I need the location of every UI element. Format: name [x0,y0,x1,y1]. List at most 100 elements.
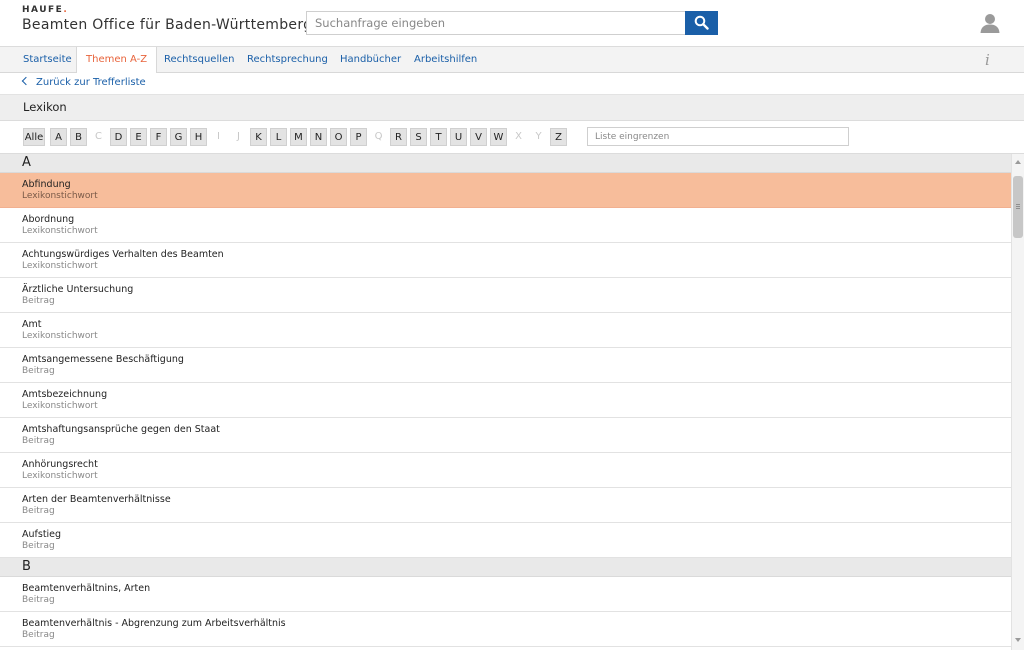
letter-alle[interactable]: Alle [23,128,45,146]
list-item[interactable]: Amtshaftungsansprüche gegen den Staat Bei… [0,418,1011,453]
search-button[interactable] [685,11,718,35]
item-type: Beitrag [22,436,55,446]
letter-a[interactable]: A [50,128,67,146]
back-to-results-link[interactable]: Zurück zur Trefferliste [21,76,146,88]
page-title: Lexikon [23,100,67,114]
search-bar [306,11,718,35]
haufe-logo: HAUFE. [22,5,69,15]
letter-f[interactable]: F [150,128,167,146]
item-title: Beamtenverhältnis - Abgrenzung zum Arbei… [22,618,286,629]
letter-z[interactable]: Z [550,128,567,146]
item-title: Amtsangemessene Beschäftigung [22,354,184,365]
letter-x: X [515,131,522,142]
item-type: Beitrag [22,630,55,640]
scroll-down-arrow[interactable] [1015,638,1021,642]
list-item[interactable]: Anhörungsrecht Lexikonstichwort [0,453,1011,488]
letter-c: C [95,131,102,142]
section-header: B [0,558,1011,577]
letter-b[interactable]: B [70,128,87,146]
list-item[interactable]: Arten der Beamtenverhältnisse Beitrag [0,488,1011,523]
item-title: Anhörungsrecht [22,459,98,470]
letter-v[interactable]: V [470,128,487,146]
item-type: Beitrag [22,506,55,516]
list-item[interactable]: Achtungswürdiges Verhalten des Beamten Le… [0,243,1011,278]
info-icon[interactable]: i [985,51,990,69]
item-type: Lexikonstichwort [22,331,98,341]
search-icon [694,15,709,30]
letter-j: J [237,131,240,142]
letter-h[interactable]: H [190,128,207,146]
scrollbar[interactable] [1011,154,1024,650]
item-title: Beamtenverhältnins, Arten [22,583,151,594]
letter-i: I [217,131,220,142]
item-title: Arten der Beamtenverhältnisse [22,494,171,505]
item-title: Abordnung [22,214,75,225]
page-title-bar: Lexikon [0,95,1024,121]
item-type: Beitrag [22,595,55,605]
tab-rechtsquellen[interactable]: Rechtsquellen [164,47,235,72]
section-letter: A [22,155,31,170]
item-type: Lexikonstichwort [22,401,98,411]
main-navigation: Startseite Themen A-Z Rechtsquellen Rech… [0,47,1024,73]
item-type: Beitrag [22,366,55,376]
letter-w[interactable]: W [490,128,507,146]
tab-handbuecher[interactable]: Handbücher [340,47,401,72]
item-type: Lexikonstichwort [22,471,98,481]
item-type: Lexikonstichwort [22,191,98,201]
letter-filter-bar: Alle A B C D E F G H I J K L M N O P Q R S T U V W X Y Z [0,121,1024,154]
list-item[interactable]: Amtsangemessene Beschäftigung Beitrag [0,348,1011,383]
lexikon-list: A Abfindung Lexikonstichwort Abordnung Lexik… [0,154,1011,670]
back-link-label: Zurück zur Trefferliste [36,77,146,88]
chevron-left-icon [21,76,31,86]
item-type: Lexikonstichwort [22,226,98,236]
scroll-thumb[interactable] [1013,176,1023,238]
section-letter: B [22,559,31,574]
tab-rechtsprechung[interactable]: Rechtsprechung [247,47,328,72]
list-item[interactable]: Amt Lexikonstichwort [0,313,1011,348]
item-title: Aufstieg [22,529,62,540]
letter-l[interactable]: L [270,128,287,146]
letter-s[interactable]: S [410,128,427,146]
letter-q: Q [374,131,383,142]
scroll-up-arrow[interactable] [1015,160,1021,164]
list-item[interactable]: Beamtenverhältnins, Arten Beitrag [0,577,1011,612]
list-item[interactable]: Aufstieg Beitrag [0,523,1011,558]
item-title: Achtungswürdiges Verhalten des Beamten [22,249,224,260]
letter-o[interactable]: O [330,128,347,146]
section-header: A [0,154,1011,173]
list-item[interactable]: Beamtenverhältnis - Abgrenzung zum Arbei… [0,612,1011,647]
list-item[interactable]: Ärztliche Untersuchung Beitrag [0,278,1011,313]
letter-m[interactable]: M [290,128,307,146]
letter-g[interactable]: G [170,128,187,146]
item-title: Amt [22,319,42,330]
letter-n[interactable]: N [310,128,327,146]
search-input[interactable] [306,11,685,35]
item-type: Beitrag [22,296,55,306]
letter-d[interactable]: D [110,128,127,146]
letter-u[interactable]: U [450,128,467,146]
item-title: Amtshaftungsansprüche gegen den Staat [22,424,220,435]
list-filter-input[interactable] [587,127,849,146]
letter-k[interactable]: K [250,128,267,146]
letter-r[interactable]: R [390,128,407,146]
app-header: HAUFE. Beamten Office für Baden-Württemb… [0,0,1024,47]
grip-icon [1016,204,1020,205]
letter-p[interactable]: P [350,128,367,146]
list-item[interactable]: Abordnung Lexikonstichwort [0,208,1011,243]
tab-arbeitshilfen[interactable]: Arbeitshilfen [414,47,477,72]
back-row: Zurück zur Trefferliste [0,73,1024,95]
item-type: Lexikonstichwort [22,261,98,271]
letter-t[interactable]: T [430,128,447,146]
item-title: Ärztliche Untersuchung [22,284,134,295]
app-title: Beamten Office für Baden-Württemberg [22,17,313,33]
list-item[interactable]: Amtsbezeichnung Lexikonstichwort [0,383,1011,418]
letter-y: Y [535,131,542,142]
item-title: Abfindung [22,179,71,190]
list-item[interactable]: Abfindung Lexikonstichwort [0,173,1011,208]
letter-e[interactable]: E [130,128,147,146]
tab-startseite[interactable]: Startseite [23,47,72,72]
item-type: Beitrag [22,541,55,551]
item-title: Amtsbezeichnung [22,389,108,400]
user-icon[interactable] [979,12,1001,34]
tab-themen-a-z[interactable]: Themen A-Z [76,47,158,73]
